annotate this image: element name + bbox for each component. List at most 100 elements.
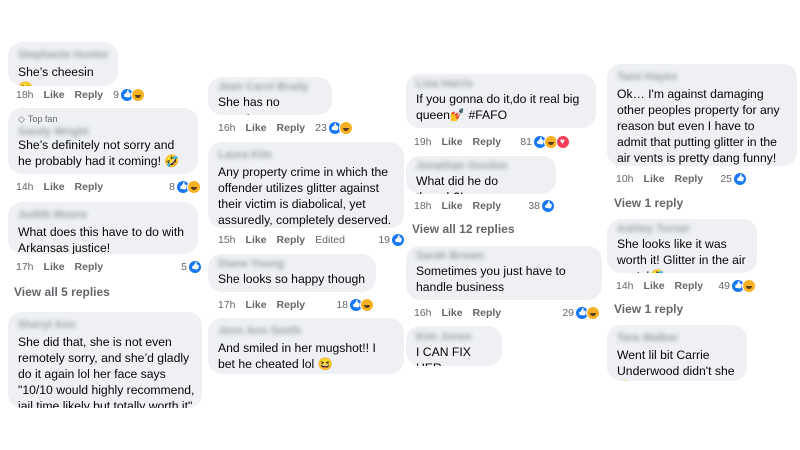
reply-button[interactable]: Reply	[473, 136, 502, 148]
reaction-summary[interactable]: 49	[718, 279, 756, 293]
haha-reaction-icon	[742, 279, 756, 293]
reaction-summary[interactable]: 81	[520, 135, 570, 149]
like-button[interactable]: Like	[442, 307, 463, 319]
comment-card: Jonathan Gordon What did he do though?!	[406, 156, 556, 194]
comment-meta: 14h Like Reply 49	[616, 279, 756, 293]
comment-text: She did that, she is not even remotely s…	[18, 335, 195, 408]
commenter-name[interactable]: Jonathan Gordon	[416, 160, 546, 172]
like-button[interactable]: Like	[644, 280, 665, 292]
top-fan-label: Top fan	[27, 114, 58, 124]
comment-card: Lisa Harris If you gonna do it,do it rea…	[406, 74, 596, 128]
reply-button[interactable]: Reply	[473, 200, 502, 212]
reply-button[interactable]: Reply	[473, 307, 502, 319]
reply-button[interactable]: Reply	[75, 261, 104, 273]
timestamp[interactable]: 17h	[218, 299, 236, 311]
comment-card: Stephanie Hunter She’s cheesin 🙂	[8, 42, 118, 86]
commenter-name[interactable]: Sheryl Ann	[18, 319, 198, 332]
commenter-name[interactable]: Judith Moore	[18, 209, 188, 222]
diamond-icon: ◇	[18, 113, 25, 124]
commenter-name[interactable]: Stephanie Hunter	[18, 49, 109, 62]
reply-button[interactable]: Reply	[675, 280, 704, 292]
reply-button[interactable]: Reply	[75, 181, 104, 193]
reaction-count: 19	[378, 234, 390, 246]
comment-text: She looks like it was worth it! Glitter …	[617, 237, 746, 273]
timestamp[interactable]: 18h	[414, 200, 432, 212]
like-button[interactable]: Like	[442, 200, 463, 212]
view-replies-link[interactable]: View all 12 replies	[412, 222, 515, 236]
reply-button[interactable]: Reply	[75, 89, 104, 101]
view-reply-link[interactable]: View 1 reply	[614, 302, 683, 316]
haha-reaction-icon	[130, 88, 145, 102]
reaction-summary[interactable]: 29	[562, 306, 600, 320]
comment-card: Jenn Ann Smith And smiled in her mugshot…	[208, 318, 404, 374]
timestamp[interactable]: 10h	[616, 173, 634, 185]
commenter-name[interactable]: Diane Young	[218, 258, 366, 270]
like-button[interactable]: Like	[246, 234, 267, 246]
timestamp[interactable]: 18h	[16, 89, 34, 101]
comment-text-body: Any property crime in which the offender…	[218, 165, 392, 227]
comment-bubble: Tami Hayes Ok… I'm against damaging othe…	[607, 64, 797, 166]
comment-card: Laura Kim Any property crime in which th…	[208, 142, 404, 228]
comment-bubble: Lisa Harris If you gonna do it,do it rea…	[406, 74, 596, 128]
comment-card: Sheryl Ann She did that, she is not even…	[8, 312, 202, 408]
reaction-summary[interactable]: 9	[113, 88, 145, 102]
like-button[interactable]: Like	[442, 136, 463, 148]
comment-text: Sometimes you just have to handle busine…	[416, 264, 566, 294]
comment-card: Tara Walker Went lil bit Carrie Underwoo…	[607, 325, 747, 381]
reaction-count: 81	[520, 136, 532, 148]
comment-meta: 15h Like Reply Edited 19	[218, 234, 404, 246]
commenter-name[interactable]: Tami Hayes	[617, 71, 787, 84]
reaction-summary[interactable]: 18	[336, 298, 374, 312]
comment-meta: 16h Like Reply 23	[218, 121, 353, 135]
comment-bubble: Diane Young She looks so happy though	[208, 254, 376, 292]
timestamp[interactable]: 16h	[414, 307, 432, 319]
reply-button[interactable]: Reply	[675, 173, 704, 185]
commenter-name[interactable]: Lisa Harris	[416, 78, 586, 90]
timestamp[interactable]: 17h	[16, 261, 34, 273]
commenter-name[interactable]: Sarah Brown	[416, 250, 592, 262]
reaction-summary[interactable]: 19	[378, 234, 404, 246]
reaction-summary[interactable]: 23	[315, 121, 353, 135]
comment-meta: 17h Like Reply 18	[218, 298, 374, 312]
comment-bubble: Kim Jones I CAN FIX HER	[406, 326, 502, 366]
reaction-summary[interactable]: 8	[169, 180, 201, 194]
comment-text: Ok… I'm against damaging other peoples p…	[617, 87, 780, 165]
commenter-name[interactable]: Tara Walker	[617, 332, 737, 345]
like-button[interactable]: Like	[44, 261, 65, 273]
comment-bubble: Jenn Ann Smith And smiled in her mugshot…	[208, 318, 404, 374]
timestamp[interactable]: 15h	[218, 234, 236, 246]
commenter-name[interactable]: Kim Jones	[416, 331, 492, 343]
comment-card: Tami Hayes Ok… I'm against damaging othe…	[607, 64, 797, 166]
commenter-name[interactable]: Sandy Wright	[18, 126, 188, 138]
like-button[interactable]: Like	[644, 173, 665, 185]
view-reply-link[interactable]: View 1 reply	[614, 196, 683, 210]
reply-button[interactable]: Reply	[277, 122, 306, 134]
reaction-count: 18	[336, 299, 348, 311]
reaction-summary[interactable]: 38	[528, 200, 554, 212]
timestamp[interactable]: 14h	[616, 280, 634, 292]
view-replies-link[interactable]: View all 5 replies	[14, 285, 110, 299]
comment-card: Sarah Brown Sometimes you just have to h…	[406, 246, 602, 300]
like-button[interactable]: Like	[246, 122, 267, 134]
comment-card: Diane Young She looks so happy though	[208, 254, 376, 292]
commenter-name[interactable]: Jean Carol Brady	[218, 81, 322, 93]
reaction-summary[interactable]: 25	[720, 173, 746, 185]
commenter-name[interactable]: Ashley Turner	[617, 223, 747, 235]
reply-button[interactable]: Reply	[277, 299, 306, 311]
love-reaction-icon	[556, 135, 570, 149]
timestamp[interactable]: 14h	[16, 181, 34, 193]
like-button[interactable]: Like	[246, 299, 267, 311]
top-fan-badge: ◇ Top fan	[18, 113, 188, 125]
commenter-name[interactable]: Laura Kim	[218, 149, 402, 162]
like-button[interactable]: Like	[44, 89, 65, 101]
comment-card: Jean Carol Brady She has no regrets.	[208, 77, 332, 115]
comment-text: Went lil bit Carrie Underwood didn't she…	[617, 348, 735, 381]
reply-button[interactable]: Reply	[277, 234, 306, 246]
timestamp[interactable]: 16h	[218, 122, 236, 134]
commenter-name[interactable]: Jenn Ann Smith	[218, 325, 394, 338]
timestamp[interactable]: 19h	[414, 136, 432, 148]
reaction-count: 38	[528, 200, 540, 212]
like-reaction-icon	[734, 173, 746, 185]
reaction-summary[interactable]: 5	[181, 261, 201, 273]
like-button[interactable]: Like	[44, 181, 65, 193]
